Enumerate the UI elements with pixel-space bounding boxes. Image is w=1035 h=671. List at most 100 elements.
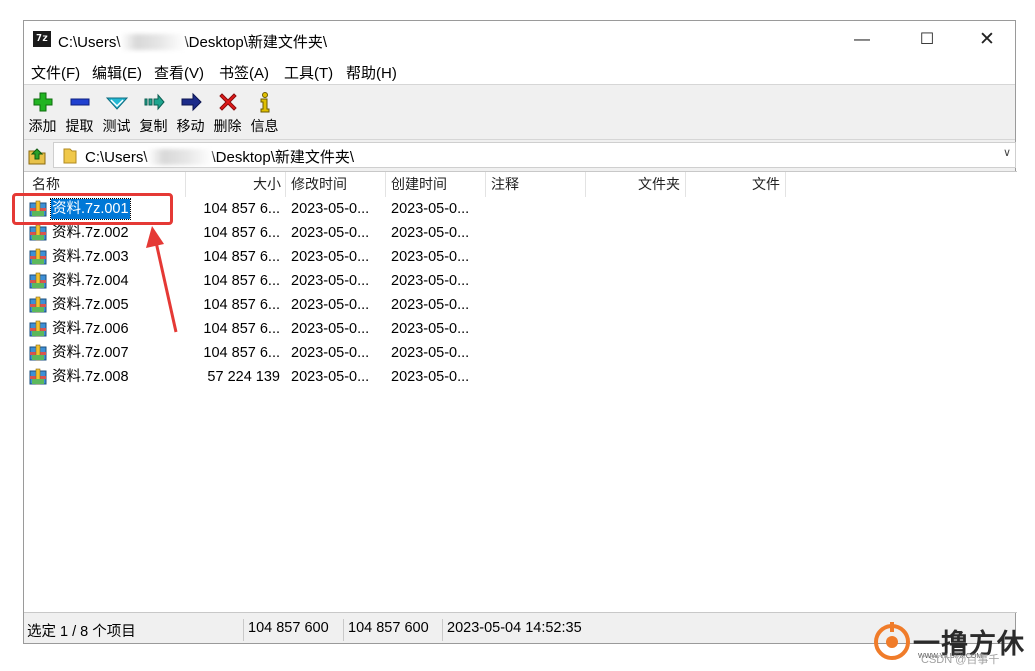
file-created: 2023-05-0...: [391, 201, 470, 217]
menu-view[interactable]: 查看(V): [154, 62, 204, 83]
file-created: 2023-05-0...: [391, 345, 470, 361]
address-bar: C:\Users\ \Desktop\新建文件夹\ ∨: [24, 140, 1016, 170]
file-created: 2023-05-0...: [391, 369, 470, 385]
address-field[interactable]: C:\Users\ \Desktop\新建文件夹\ ∨: [53, 142, 1016, 168]
title-bar: 7z C:\Users\ \Desktop\新建文件夹\ — ☐ ✕: [24, 21, 1015, 59]
status-divider: [442, 619, 443, 641]
menu-file[interactable]: 文件(F): [31, 62, 80, 83]
info-label: 信息: [250, 118, 279, 134]
file-modified: 2023-05-0...: [291, 273, 370, 289]
add-label: 添加: [28, 118, 57, 134]
move-button[interactable]: 移动: [172, 87, 209, 137]
copy-label: 复制: [139, 118, 168, 134]
file-created: 2023-05-0...: [391, 297, 470, 313]
file-name-cell: 资料.7z.007: [29, 341, 179, 365]
extract-minus-icon: [70, 98, 89, 106]
archive-file-icon: [29, 224, 47, 241]
add-plus-icon: [33, 92, 52, 112]
address-suffix: \Desktop\新建文件夹\: [211, 149, 355, 166]
redacted-username: [147, 149, 212, 165]
file-modified: 2023-05-0...: [291, 369, 370, 385]
watermark-credit: CSDN @百事千: [921, 654, 1000, 666]
status-selection: 选定 1 / 8 个项目: [27, 624, 136, 640]
status-packed-size: 104 857 600: [348, 620, 429, 636]
maximize-button[interactable]: ☐: [904, 21, 950, 59]
menu-help[interactable]: 帮助(H): [346, 62, 397, 83]
column-header-files[interactable]: 文件: [686, 172, 786, 197]
file-size: 104 857 6...: [203, 297, 280, 313]
archive-file-icon: [29, 368, 47, 385]
status-bar: 选定 1 / 8 个项目 104 857 600 104 857 600 202…: [24, 617, 1015, 643]
file-created: 2023-05-0...: [391, 273, 470, 289]
file-name-cell: 资料.7z.003: [29, 245, 179, 269]
file-row[interactable]: 资料.7z.006 104 857 6... 2023-05-0... 2023-05…: [24, 317, 484, 341]
delete-x-icon: [218, 93, 237, 111]
file-size: 104 857 6...: [203, 249, 280, 265]
menu-bar: 文件(F) 编辑(E) 查看(V) 书签(A) 工具(T) 帮助(H): [24, 59, 1015, 84]
archive-file-icon: [29, 320, 47, 337]
file-modified: 2023-05-0...: [291, 201, 370, 217]
move-label: 移动: [176, 118, 205, 134]
file-row[interactable]: 资料.7z.007 104 857 6... 2023-05-0... 2023-05…: [24, 341, 484, 365]
annotation-highlight-box: [12, 193, 173, 225]
file-name: 资料.7z.007: [52, 345, 129, 361]
close-button[interactable]: ✕: [964, 21, 1010, 59]
watermark-logo-icon: [874, 622, 910, 660]
watermark: 一撸方休 WWW.YILUFX.COM CSDN @百事千: [873, 620, 1033, 668]
folder-icon: [63, 148, 77, 164]
archive-file-icon: [29, 344, 47, 361]
archive-file-icon: [29, 272, 47, 289]
info-icon: [260, 92, 269, 113]
column-header-modified[interactable]: 修改时间: [286, 172, 386, 197]
folder-up-icon[interactable]: [28, 145, 46, 165]
extract-button[interactable]: 提取: [61, 87, 98, 137]
test-button[interactable]: 测试: [98, 87, 135, 137]
chevron-down-icon[interactable]: ∨: [1003, 146, 1011, 159]
file-modified: 2023-05-0...: [291, 345, 370, 361]
menu-tools[interactable]: 工具(T): [284, 62, 333, 83]
file-row[interactable]: 资料.7z.008 57 224 139 2023-05-0... 2023-05-0…: [24, 365, 484, 389]
file-created: 2023-05-0...: [391, 321, 470, 337]
window-title: C:\Users\ \Desktop\新建文件夹\: [58, 31, 327, 52]
file-created: 2023-05-0...: [391, 225, 470, 241]
file-size: 104 857 6...: [203, 225, 280, 241]
file-name-cell: 资料.7z.006: [29, 317, 179, 341]
file-size: 104 857 6...: [203, 201, 280, 217]
7zip-app-icon: 7z: [33, 31, 51, 47]
add-button[interactable]: 添加: [24, 87, 61, 137]
toolbar: 添加 提取 测试 复制 移动 删除 信息: [24, 84, 1015, 140]
archive-file-icon: [29, 248, 47, 265]
test-label: 测试: [102, 118, 131, 134]
menu-edit[interactable]: 编辑(E): [92, 62, 142, 83]
app-window: 7z C:\Users\ \Desktop\新建文件夹\ — ☐ ✕ 文件(F) …: [23, 20, 1017, 644]
file-name: 资料.7z.004: [52, 273, 129, 289]
minimize-button[interactable]: —: [839, 21, 885, 59]
redacted-username: [120, 34, 185, 50]
window-title-suffix: \Desktop\新建文件夹\: [184, 34, 328, 51]
file-name: 资料.7z.003: [52, 249, 129, 265]
copy-button[interactable]: 复制: [135, 87, 172, 137]
delete-button[interactable]: 删除: [209, 87, 246, 137]
column-header-folders[interactable]: 文件夹: [586, 172, 686, 197]
archive-file-icon: [29, 296, 47, 313]
status-size: 104 857 600: [248, 620, 329, 636]
status-date: 2023-05-04 14:52:35: [447, 620, 582, 636]
file-row[interactable]: 资料.7z.003 104 857 6... 2023-05-0... 2023-05…: [24, 245, 484, 269]
file-list[interactable]: 名称 大小 修改时间 创建时间 注释 文件夹 文件 资料.7z.001 104 8…: [24, 171, 1017, 613]
file-modified: 2023-05-0...: [291, 321, 370, 337]
info-button[interactable]: 信息: [246, 87, 283, 137]
menu-bookmarks[interactable]: 书签(A): [219, 62, 269, 83]
status-divider: [343, 619, 344, 641]
file-row[interactable]: 资料.7z.005 104 857 6... 2023-05-0... 2023-05…: [24, 293, 484, 317]
column-header-created[interactable]: 创建时间: [386, 172, 486, 197]
column-header-comment[interactable]: 注释: [486, 172, 586, 197]
address-prefix: C:\Users\: [85, 149, 148, 166]
test-check-icon: [105, 97, 128, 110]
file-name: 资料.7z.005: [52, 297, 129, 313]
file-modified: 2023-05-0...: [291, 249, 370, 265]
column-header-size[interactable]: 大小: [186, 172, 286, 197]
file-name: 资料.7z.008: [52, 369, 129, 385]
copy-arrow-icon: [144, 93, 165, 111]
file-name-cell: 资料.7z.008: [29, 365, 179, 389]
file-row[interactable]: 资料.7z.004 104 857 6... 2023-05-0... 2023-05…: [24, 269, 484, 293]
